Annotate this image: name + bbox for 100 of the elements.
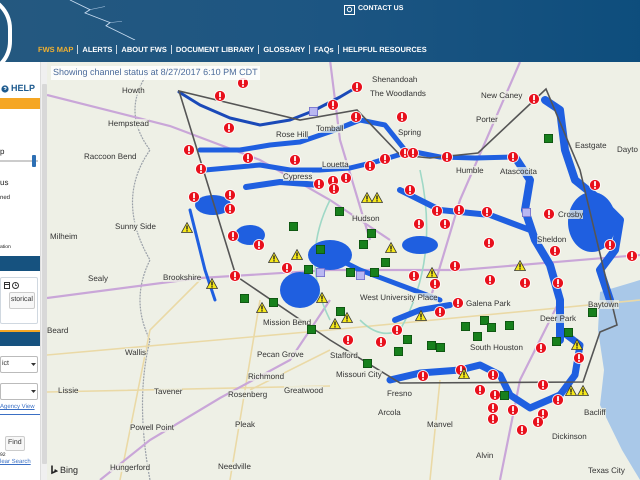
warning-triangle-icon[interactable] xyxy=(565,384,577,396)
square-marker-icon[interactable] xyxy=(426,340,436,350)
square-marker-icon[interactable] xyxy=(436,342,444,352)
warning-triangle-icon[interactable] xyxy=(206,278,218,288)
warning-triangle-icon[interactable] xyxy=(268,252,280,262)
place-label: New Caney xyxy=(481,91,522,100)
slider-thumb[interactable] xyxy=(32,155,36,167)
square-marker-icon[interactable] xyxy=(358,240,368,248)
option-label: p xyxy=(0,147,6,156)
warning-triangle-icon[interactable] xyxy=(385,242,397,252)
place-label: Lissie xyxy=(58,386,78,395)
place-label: Rose Hill xyxy=(276,130,308,139)
warning-triangle-icon[interactable] xyxy=(371,192,383,202)
exclamation-circle-icon[interactable] xyxy=(528,93,540,105)
place-label: Shenandoah xyxy=(372,75,418,84)
place-label: Tavener xyxy=(154,387,182,396)
place-label: Arcola xyxy=(378,408,401,417)
square-marker-icon[interactable] xyxy=(288,222,298,230)
warning-triangle-icon[interactable] xyxy=(415,310,427,320)
place-label: Pecan Grove xyxy=(257,350,304,359)
place-label: Humble xyxy=(456,166,484,175)
square-marker-icon[interactable] xyxy=(552,336,560,346)
place-label: Powell Point xyxy=(130,423,174,432)
place-label: Atascocita xyxy=(500,167,537,176)
square-marker-icon[interactable] xyxy=(334,206,344,216)
exclamation-circle-icon[interactable] xyxy=(327,99,339,111)
place-label: West University Place xyxy=(360,293,438,302)
place-label: Rosenberg xyxy=(228,390,268,399)
place-label: Greatwood xyxy=(284,386,324,395)
place-label: South Houston xyxy=(470,343,523,352)
square-marker-icon[interactable] xyxy=(460,322,470,330)
warning-triangle-icon[interactable] xyxy=(426,266,438,278)
square-marker-icon[interactable] xyxy=(304,264,312,274)
warning-triangle-icon[interactable] xyxy=(341,312,353,322)
caret-icon xyxy=(31,390,36,393)
square-marker-icon[interactable] xyxy=(308,106,318,116)
place-label: Brookshire xyxy=(163,273,202,282)
place-label: Dickinson xyxy=(552,432,587,441)
place-label: Cypress xyxy=(283,172,312,181)
square-marker-icon[interactable] xyxy=(504,320,514,330)
place-label: The Woodlands xyxy=(370,89,426,98)
help-link[interactable]: HELP xyxy=(11,82,36,96)
square-marker-icon[interactable] xyxy=(380,258,390,266)
place-label: Bacliff xyxy=(584,408,606,417)
place-label: Sheldon xyxy=(537,235,566,244)
place-label: Howth xyxy=(122,86,145,95)
square-marker-icon[interactable] xyxy=(268,298,278,306)
section-bar xyxy=(0,330,40,346)
place-label: Milheim xyxy=(50,232,78,241)
exclamation-circle-icon[interactable] xyxy=(489,389,501,401)
place-label: Needville xyxy=(218,462,251,471)
square-marker-icon[interactable] xyxy=(240,294,248,302)
square-marker-icon[interactable] xyxy=(306,324,316,334)
warning-triangle-icon[interactable] xyxy=(181,222,193,232)
warning-triangle-icon[interactable] xyxy=(571,338,583,350)
exclamation-circle-icon[interactable] xyxy=(350,111,362,123)
square-marker-icon[interactable] xyxy=(544,134,552,142)
place-label: Wallis xyxy=(125,348,146,357)
warning-triangle-icon[interactable] xyxy=(514,260,526,270)
clock-icon[interactable] xyxy=(12,282,19,289)
place-label: Spring xyxy=(398,128,422,137)
scrollbar[interactable] xyxy=(40,62,47,480)
square-marker-icon[interactable] xyxy=(588,308,596,316)
calendar-icon[interactable] xyxy=(4,282,10,289)
warning-triangle-icon[interactable] xyxy=(256,302,268,312)
place-label: Manvel xyxy=(427,420,453,429)
place-label: Alvin xyxy=(476,451,494,460)
square-marker-icon[interactable] xyxy=(480,316,488,324)
place-label: Eastgate xyxy=(575,141,607,150)
warning-triangle-icon[interactable] xyxy=(577,384,589,396)
warning-triangle-icon[interactable] xyxy=(458,368,470,378)
warning-triangle-icon[interactable] xyxy=(361,192,373,202)
place-label: Galena Park xyxy=(466,299,510,308)
place-label: Louetta xyxy=(322,160,349,169)
place-label: Deer Park xyxy=(540,314,576,323)
square-marker-icon[interactable] xyxy=(362,358,372,368)
place-label: Stafford xyxy=(330,351,358,360)
section-bar xyxy=(0,98,40,109)
exclamation-circle-icon[interactable] xyxy=(214,90,226,102)
square-marker-icon[interactable] xyxy=(394,346,402,356)
square-marker-icon[interactable] xyxy=(402,334,412,344)
place-label: Pleak xyxy=(235,420,256,429)
place-label: Fresno xyxy=(387,389,412,398)
warning-triangle-icon[interactable] xyxy=(329,318,341,328)
square-marker-icon[interactable] xyxy=(370,268,378,276)
section-bar xyxy=(0,256,40,271)
square-marker-icon[interactable] xyxy=(472,332,482,340)
place-label: Sunny Side xyxy=(115,222,156,231)
place-label: Raccoon Bend xyxy=(84,152,136,161)
square-marker-icon[interactable] xyxy=(486,322,496,332)
place-label: Hungerford xyxy=(110,463,150,472)
status-text: Showing channel status at 8/27/2017 6:10 PM CDT xyxy=(51,66,260,80)
email-icon xyxy=(344,4,355,15)
place-label: Baytown xyxy=(588,300,619,309)
place-label: Hudson xyxy=(352,214,380,223)
place-label: Beard xyxy=(47,326,68,335)
square-marker-icon[interactable] xyxy=(346,268,354,276)
square-marker-icon[interactable] xyxy=(336,306,344,316)
warning-triangle-icon[interactable] xyxy=(316,292,328,302)
warning-triangle-icon[interactable] xyxy=(291,248,303,260)
